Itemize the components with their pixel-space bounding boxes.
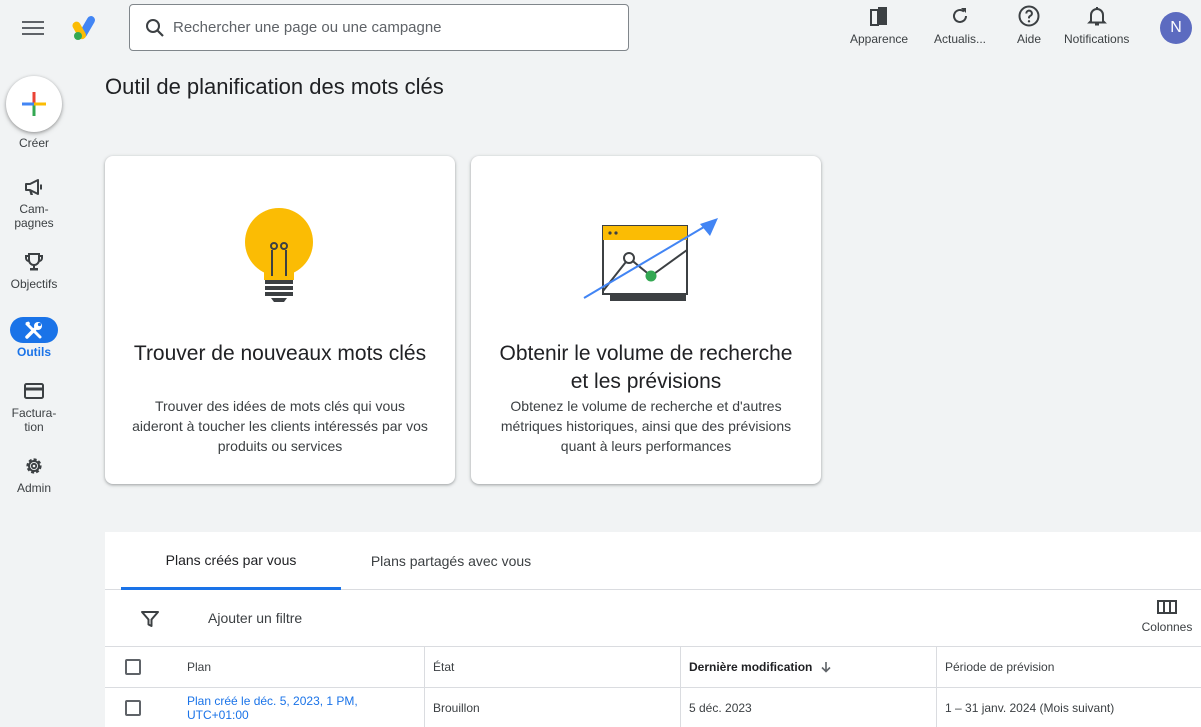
refresh-icon bbox=[953, 8, 968, 23]
column-plan[interactable]: Plan bbox=[187, 647, 211, 687]
row-checkbox[interactable] bbox=[125, 700, 141, 716]
main-menu-button[interactable] bbox=[18, 13, 48, 43]
megaphone-icon bbox=[25, 179, 42, 195]
filter-bar: Ajouter un filtre Colonnes bbox=[105, 590, 1201, 647]
plan-name-link[interactable]: Plan créé le déc. 5, 2023, 1 PM, UTC+01:… bbox=[187, 694, 407, 722]
page-title: Outil de planification des mots clés bbox=[105, 74, 444, 99]
search-bar[interactable] bbox=[129, 4, 629, 51]
columns-icon bbox=[1157, 600, 1177, 614]
column-last-modified[interactable]: Dernière modification bbox=[689, 660, 833, 674]
trophy-icon bbox=[25, 253, 43, 271]
create-button[interactable] bbox=[6, 76, 62, 132]
chart-trend-icon bbox=[583, 218, 718, 301]
find-keywords-card[interactable]: Trouver de nouveaux mots clés Trouver de… bbox=[105, 156, 455, 484]
plan-forecast-period: 1 – 31 janv. 2024 (Mois suivant) bbox=[945, 701, 1115, 715]
sidebar-item-admin[interactable]: Admin bbox=[0, 453, 68, 495]
top-bar: Apparence Actualis... Aide Notifications… bbox=[0, 0, 1201, 56]
tools-icon bbox=[25, 321, 42, 339]
plan-status: Brouillon bbox=[433, 701, 480, 715]
sidebar-item-goals[interactable]: Objectifs bbox=[0, 249, 68, 291]
table-header: Plan État Dernière modification Période … bbox=[105, 647, 1201, 688]
tab-my-plans[interactable]: Plans créés par vous bbox=[121, 532, 341, 590]
card-title: Trouver de nouveaux mots clés bbox=[133, 342, 427, 365]
columns-button[interactable]: Colonnes bbox=[1133, 598, 1201, 634]
google-ads-logo-icon[interactable] bbox=[72, 14, 100, 42]
column-forecast-period[interactable]: Période de prévision bbox=[945, 647, 1054, 687]
plans-panel: Plans créés par vous Plans partagés avec… bbox=[105, 532, 1201, 727]
lightbulb-icon bbox=[245, 208, 313, 302]
select-all-checkbox[interactable] bbox=[125, 659, 141, 675]
filter-icon[interactable] bbox=[139, 608, 161, 630]
sidebar-item-billing[interactable]: Factura- tion bbox=[0, 378, 68, 434]
sidebar-item-campaigns[interactable]: Cam- pagnes bbox=[0, 174, 68, 230]
tab-shared-plans[interactable]: Plans partagés avec vous bbox=[341, 532, 561, 590]
notifications-button[interactable]: Notifications bbox=[1064, 2, 1129, 50]
help-button[interactable]: Aide bbox=[1017, 2, 1041, 50]
sidebar-item-tools[interactable]: Outils bbox=[0, 317, 68, 359]
card-title: Obtenir le volume de recherche et les pr… bbox=[499, 342, 793, 393]
account-avatar[interactable]: N bbox=[1160, 12, 1192, 44]
column-status[interactable]: État bbox=[433, 647, 454, 687]
hamburger-menu-icon bbox=[22, 21, 44, 35]
search-input[interactable] bbox=[173, 19, 613, 36]
card-description: Obtenez le volume de recherche et d'autr… bbox=[500, 398, 792, 454]
table-row: Plan créé le déc. 5, 2023, 1 PM, UTC+01:… bbox=[105, 688, 1201, 727]
plan-last-modified: 5 déc. 2023 bbox=[689, 701, 752, 715]
add-filter-button[interactable]: Ajouter un filtre bbox=[208, 610, 302, 626]
plus-icon bbox=[22, 92, 46, 116]
plans-tabs: Plans créés par vous Plans partagés avec… bbox=[105, 532, 1201, 590]
search-volume-forecast-card[interactable]: Obtenir le volume de recherche et les pr… bbox=[471, 156, 821, 484]
credit-card-icon bbox=[24, 383, 44, 399]
create-label: Créer bbox=[18, 136, 49, 150]
appearance-icon bbox=[870, 7, 888, 26]
gear-icon bbox=[26, 458, 42, 474]
bell-icon bbox=[1086, 7, 1107, 26]
arrow-down-icon bbox=[821, 662, 831, 673]
search-icon bbox=[146, 18, 164, 37]
appearance-button[interactable]: Apparence bbox=[850, 2, 908, 50]
card-description: Trouver des idées de mots clés qui vous … bbox=[132, 398, 428, 454]
refresh-button[interactable]: Actualis... bbox=[934, 2, 986, 50]
help-icon bbox=[1018, 5, 1040, 27]
